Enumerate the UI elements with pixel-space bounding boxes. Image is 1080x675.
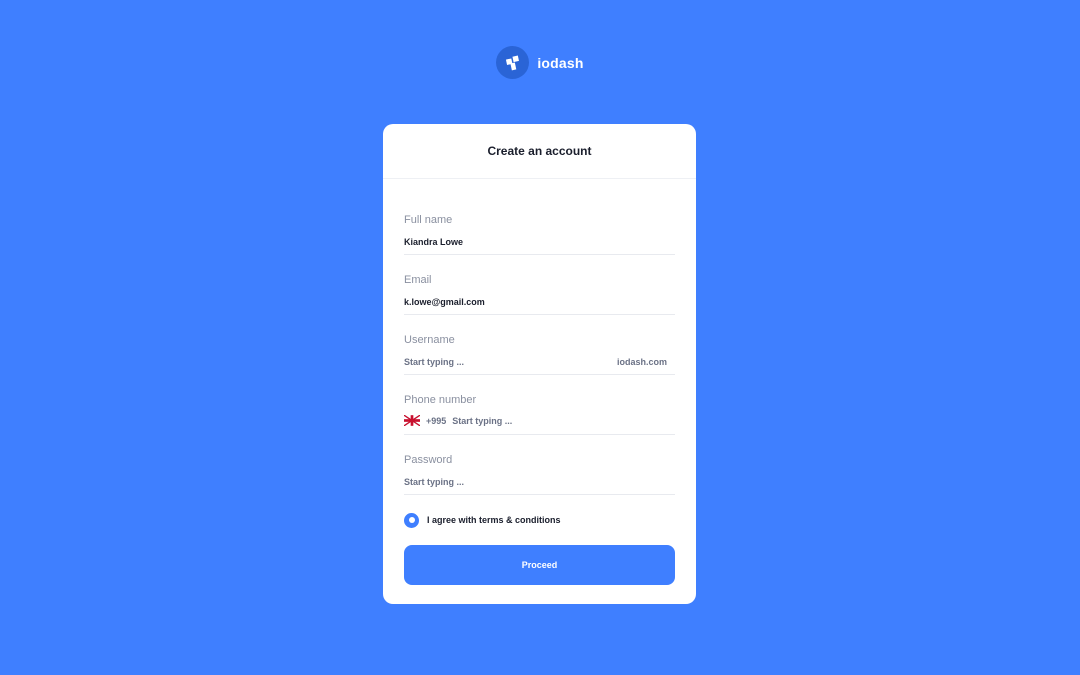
full-name-field[interactable]: Full name Kiandra Lowe (404, 195, 675, 255)
phone-field[interactable]: Phone number +995 Start typing ... (404, 375, 675, 435)
username-input[interactable]: Start typing ... (404, 357, 604, 367)
username-label: Username (404, 334, 455, 346)
password-input[interactable]: Start typing ... (404, 477, 604, 487)
uk-flag-icon[interactable] (404, 415, 420, 426)
email-field[interactable]: Email k.lowe@gmail.com (404, 255, 675, 315)
card-title: Create an account (383, 124, 696, 179)
full-name-input[interactable]: Kiandra Lowe (404, 237, 604, 247)
password-field[interactable]: Password Start typing ... (404, 435, 675, 495)
phone-input[interactable]: Start typing ... (452, 416, 512, 426)
signup-form: Full name Kiandra Lowe Email k.lowe@gmai… (383, 195, 696, 585)
terms-label[interactable]: I agree with terms & conditions (427, 515, 561, 525)
username-field[interactable]: Username Start typing ... iodash.com (404, 315, 675, 375)
username-domain-suffix: iodash.com (616, 357, 667, 367)
country-code[interactable]: +995 (426, 416, 446, 426)
terms-checkbox[interactable] (404, 512, 419, 528)
phone-input-row[interactable]: +995 Start typing ... (404, 415, 512, 426)
password-label: Password (404, 454, 453, 466)
checkbox-dot (408, 517, 415, 523)
brand-name: iodash (537, 54, 584, 71)
brand-header: iodash (0, 46, 1080, 79)
email-input[interactable]: k.lowe@gmail.com (404, 297, 604, 307)
full-name-label: Full name (404, 214, 453, 226)
proceed-button[interactable]: Proceed (404, 545, 675, 585)
signup-card: Create an account Full name Kiandra Lowe… (383, 124, 696, 604)
iodash-logo-icon (496, 46, 530, 79)
phone-label: Phone number (404, 394, 477, 406)
email-label: Email (404, 274, 432, 286)
terms-checkbox-row[interactable]: I agree with terms & conditions (404, 512, 675, 528)
